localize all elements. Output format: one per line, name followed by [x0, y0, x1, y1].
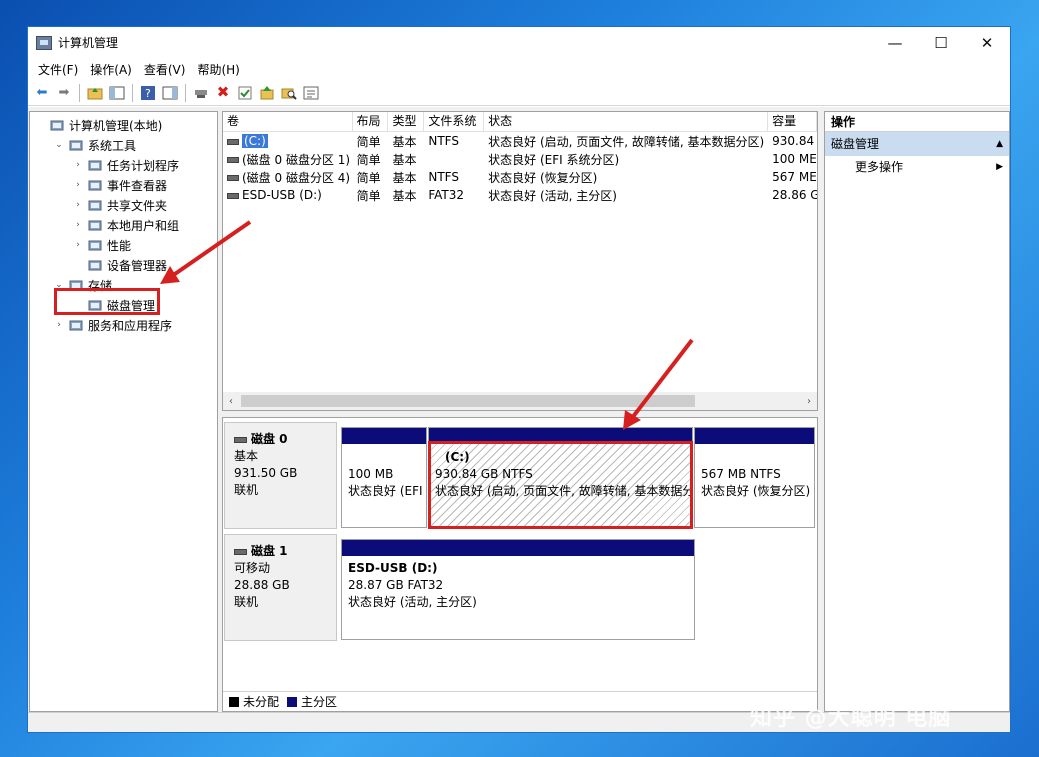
- annotation-arrows: [160, 220, 694, 430]
- annotation-arrow-head-left: [160, 266, 180, 284]
- annotation-arrow-line-left: [170, 220, 252, 278]
- annotation-arrow-line-center: [630, 338, 694, 420]
- watermark: 知乎 @大聪明 电脑: [750, 706, 952, 731]
